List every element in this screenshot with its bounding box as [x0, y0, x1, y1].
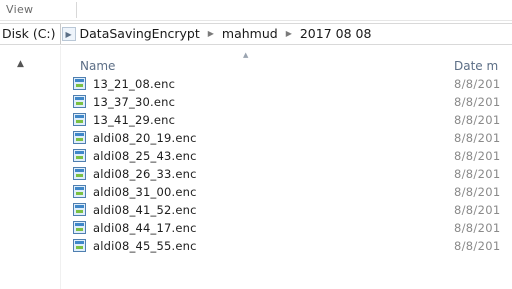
file-name: aldi08_31_00.enc — [93, 185, 197, 199]
chevron-right-icon[interactable]: ▶ — [61, 27, 76, 41]
file-list: Name ▲ Date m 13_21_08.enc 8/8/201 13_37… — [60, 46, 512, 289]
navigation-pane: ▲ — [0, 46, 61, 289]
breadcrumb-datasavingencrypt[interactable]: DataSavingEncrypt — [76, 24, 204, 44]
encrypted-file-icon — [73, 77, 86, 90]
encrypted-file-icon — [73, 95, 86, 108]
column-header-date-modified[interactable]: Date m — [454, 59, 498, 73]
file-row[interactable]: aldi08_26_33.enc 8/8/201 — [60, 165, 512, 183]
column-header-row: Name ▲ Date m — [60, 46, 512, 74]
file-row[interactable]: aldi08_44_17.enc 8/8/201 — [60, 219, 512, 237]
file-date: 8/8/201 — [454, 221, 501, 235]
column-header-name[interactable]: Name — [80, 59, 115, 73]
file-name: aldi08_20_19.enc — [93, 131, 197, 145]
file-name: aldi08_45_55.enc — [93, 239, 197, 253]
encrypted-file-icon — [73, 149, 86, 162]
tab-view[interactable]: View — [6, 3, 33, 16]
file-row[interactable]: aldi08_25_43.enc 8/8/201 — [60, 147, 512, 165]
file-date: 8/8/201 — [454, 149, 501, 163]
address-divider — [59, 24, 61, 44]
sort-ascending-icon: ▲ — [243, 51, 249, 59]
ribbon-divider — [76, 2, 77, 18]
file-date: 8/8/201 — [454, 95, 501, 109]
file-row[interactable]: 13_37_30.enc 8/8/201 — [60, 93, 512, 111]
file-name: aldi08_25_43.enc — [93, 149, 197, 163]
encrypted-file-icon — [73, 167, 86, 180]
address-bar[interactable]: Disk (C:) ▶ DataSavingEncrypt ▶ mahmud ▶ 2017 … — [0, 23, 512, 45]
encrypted-file-icon — [73, 185, 86, 198]
file-date: 8/8/201 — [454, 77, 501, 91]
file-row[interactable]: aldi08_41_52.enc 8/8/201 — [60, 201, 512, 219]
encrypted-file-icon — [73, 221, 86, 234]
file-name: aldi08_26_33.enc — [93, 167, 197, 181]
chevron-right-icon[interactable]: ▶ — [282, 24, 296, 44]
file-date: 8/8/201 — [454, 131, 501, 145]
file-date: 8/8/201 — [454, 113, 501, 127]
file-date: 8/8/201 — [454, 239, 501, 253]
file-row[interactable]: 13_41_29.enc 8/8/201 — [60, 111, 512, 129]
file-row[interactable]: aldi08_31_00.enc 8/8/201 — [60, 183, 512, 201]
encrypted-file-icon — [73, 113, 86, 126]
file-row[interactable]: aldi08_20_19.enc 8/8/201 — [60, 129, 512, 147]
file-row[interactable]: aldi08_45_55.enc 8/8/201 — [60, 237, 512, 255]
file-row[interactable]: 13_21_08.enc 8/8/201 — [60, 75, 512, 93]
breadcrumb-mahmud[interactable]: mahmud — [218, 24, 282, 44]
chevron-right-icon[interactable]: ▶ — [204, 24, 218, 44]
encrypted-file-icon — [73, 203, 86, 216]
file-date: 8/8/201 — [454, 185, 501, 199]
file-name: aldi08_41_52.enc — [93, 203, 197, 217]
file-date: 8/8/201 — [454, 167, 501, 181]
breadcrumb-current-folder[interactable]: 2017 08 08 — [296, 24, 376, 44]
ribbon: View — [0, 0, 512, 21]
breadcrumb-drive[interactable]: Disk (C:) — [0, 24, 59, 44]
encrypted-file-icon — [73, 239, 86, 252]
file-name: aldi08_44_17.enc — [93, 221, 197, 235]
chevron-up-icon[interactable]: ▲ — [17, 59, 24, 69]
encrypted-file-icon — [73, 131, 86, 144]
file-date: 8/8/201 — [454, 203, 501, 217]
file-name: 13_37_30.enc — [93, 95, 176, 109]
file-name: 13_21_08.enc — [93, 77, 176, 91]
file-name: 13_41_29.enc — [93, 113, 176, 127]
